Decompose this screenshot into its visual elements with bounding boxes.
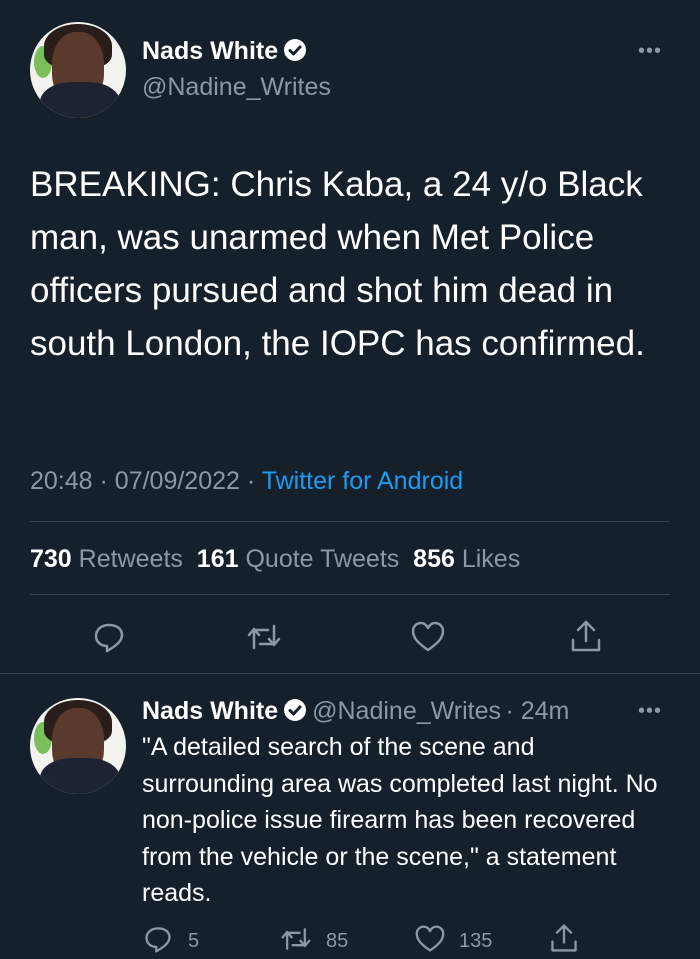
tweet-date: 07/09/2022 — [114, 467, 240, 495]
tweet-time: 20:48 — [30, 467, 93, 495]
section-divider — [0, 673, 700, 674]
quotes-label: Quote Tweets — [245, 545, 400, 573]
reply-avatar[interactable] — [30, 698, 126, 794]
likes-stat[interactable]: 856 Likes — [413, 545, 520, 573]
likes-count: 856 — [413, 545, 455, 573]
author-name[interactable]: Nads White — [142, 37, 278, 65]
quotes-count: 161 — [196, 545, 239, 573]
verified-badge-icon — [284, 699, 307, 721]
reply-author-handle[interactable]: @Nadine_Writes — [312, 697, 501, 725]
tweet-stats: 730 Retweets 161 Quote Tweets 856 Likes — [30, 545, 520, 574]
more-icon[interactable]: ••• — [638, 40, 662, 63]
retweets-label: Retweets — [78, 545, 183, 573]
divider — [30, 594, 670, 595]
verified-badge-icon — [284, 39, 307, 61]
reply-header: Nads White @Nadine_Writes · 24m — [142, 697, 569, 726]
tweet-source-link[interactable]: Twitter for Android — [262, 467, 463, 495]
author-name-row: Nads White — [142, 37, 307, 69]
reply-share-icon[interactable] — [548, 922, 580, 959]
reply-count: 5 — [188, 930, 200, 952]
reply-author-name[interactable]: Nads White — [142, 697, 278, 725]
reply-text: "A detailed search of the scene and surr… — [142, 733, 658, 907]
reply-like-count: 135 — [459, 930, 493, 952]
retweets-count: 730 — [30, 545, 72, 573]
like-icon[interactable] — [410, 620, 446, 659]
retweets-stat[interactable]: 730 Retweets — [30, 545, 183, 573]
retweet-icon[interactable] — [246, 620, 282, 659]
divider — [30, 521, 670, 522]
meta-separator: · — [246, 467, 256, 495]
tweet-text: BREAKING: Chris Kaba, a 24 y/o Black man… — [30, 165, 645, 363]
author-handle[interactable]: @Nadine_Writes — [142, 73, 331, 102]
meta-separator: · — [99, 467, 108, 495]
tweet-meta: 20:48 · 07/09/2022 · Twitter for Android — [30, 467, 463, 496]
share-icon[interactable] — [568, 618, 604, 659]
reply-retweet-count: 85 — [326, 930, 349, 952]
quotes-stat[interactable]: 161 Quote Tweets — [197, 545, 399, 573]
reply-icon[interactable] — [92, 620, 126, 659]
reply-more-icon[interactable]: ••• — [638, 700, 662, 723]
reply-age[interactable]: · 24m — [505, 697, 569, 725]
avatar[interactable] — [30, 22, 126, 118]
likes-label: Likes — [461, 545, 521, 573]
